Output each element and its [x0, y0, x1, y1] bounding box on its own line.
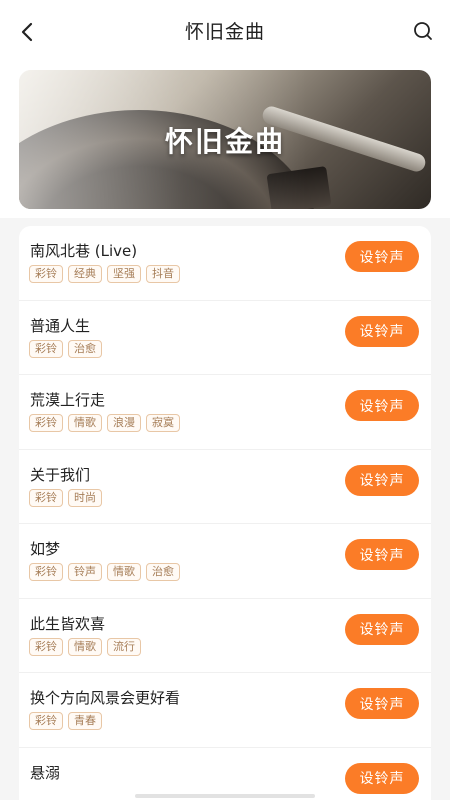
- home-indicator: [135, 794, 315, 798]
- tag-badge: 彩铃: [29, 637, 63, 656]
- tag-badge: 彩铃: [29, 563, 63, 581]
- tag-badge: 治愈: [68, 339, 102, 358]
- banner-title: 怀旧金曲: [164, 124, 285, 158]
- page-title: 怀旧金曲: [184, 21, 265, 43]
- song-title: 南风北巷 (Live): [30, 242, 138, 260]
- set-ringtone-button[interactable]: 设铃声: [345, 762, 419, 794]
- set-ringtone-button[interactable]: 设铃声: [345, 539, 419, 570]
- search-icon: [414, 22, 432, 40]
- tag-badge: 彩铃: [29, 488, 63, 507]
- list-item[interactable]: 换个方向风景会更好看 彩铃 青春 设铃声: [19, 673, 431, 748]
- tag-badge: 彩铃: [29, 414, 63, 432]
- song-title: 关于我们: [30, 465, 91, 484]
- list-item[interactable]: 普通人生彩铃 治愈 设铃声: [19, 301, 431, 375]
- tag-badge: 寂寞: [146, 414, 180, 432]
- list-item[interactable]: 南风北巷 (Live) 彩铃 经典 坚强 抖音 设铃声: [19, 226, 431, 301]
- song-title: 荒漠上行走: [30, 391, 106, 409]
- tag-list: 彩铃 情歌 流行: [29, 637, 141, 656]
- banner[interactable]: 怀旧金曲: [19, 70, 431, 209]
- tag-badge: 彩铃: [29, 339, 63, 358]
- tag-list: 彩铃 青春: [29, 712, 102, 730]
- set-ringtone-button[interactable]: 设铃声: [345, 390, 419, 421]
- tag-list: 彩铃 铃声 情歌 治愈: [29, 563, 180, 581]
- tag-badge: 情歌: [107, 563, 141, 581]
- list-item[interactable]: 悬溺 设铃声: [19, 748, 431, 800]
- tag-badge: 抖音: [146, 265, 180, 283]
- tag-badge: 情歌: [68, 637, 102, 656]
- tag-badge: 坚强: [107, 265, 141, 283]
- song-list[interactable]: 南风北巷 (Live) 彩铃 经典 坚强 抖音 设铃声 普通人生 彩铃 治愈 设铃声 荒漠上行走 彩铃…: [19, 226, 431, 800]
- top-area: 怀旧金曲 怀旧金曲: [0, 0, 450, 218]
- set-ringtone-button[interactable]: 设铃声: [345, 464, 419, 496]
- search-button[interactable]: [410, 18, 436, 44]
- tag-badge: 情歌: [68, 414, 102, 432]
- song-title: 普通人生: [30, 316, 91, 335]
- tag-badge: 经典: [68, 265, 102, 283]
- tag-badge: 彩铃: [29, 712, 63, 730]
- tag-badge: 彩铃: [29, 265, 63, 283]
- tag-list: 彩铃 治愈: [29, 339, 102, 358]
- song-title: 换个方向风景会更好看: [30, 689, 181, 707]
- nav-bar: 怀旧金曲: [0, 0, 450, 64]
- tag-badge: 治愈: [146, 563, 180, 581]
- song-title: 如梦: [30, 540, 61, 558]
- tag-badge: 青春: [68, 712, 102, 730]
- page: 怀旧金曲 怀旧金曲 南风北巷 (Live) 彩铃 经典 坚强 抖音 设铃声 普通人生 彩铃 治愈…: [0, 0, 450, 800]
- list-item[interactable]: 关于我们彩铃 时尚 设铃声: [19, 450, 431, 524]
- tag-badge: 时尚: [68, 488, 102, 507]
- set-ringtone-button[interactable]: 设铃声: [345, 241, 419, 272]
- list-item[interactable]: 荒漠上行走彩铃 情歌 浪漫 寂寞 设铃声: [19, 375, 431, 450]
- tag-badge: 铃声: [68, 563, 102, 581]
- tag-badge: 流行: [107, 637, 141, 656]
- list-item[interactable]: 如梦彩铃 铃声 情歌 治愈 设铃声: [19, 524, 431, 599]
- tag-list: 彩铃 情歌 浪漫 寂寞: [29, 414, 180, 432]
- set-ringtone-button[interactable]: 设铃声: [345, 613, 419, 645]
- tag-list: 彩铃 经典 坚强 抖音: [29, 265, 180, 283]
- song-title: 此生皆欢喜: [30, 614, 106, 633]
- set-ringtone-button[interactable]: 设铃声: [345, 688, 419, 719]
- tag-list: 彩铃 时尚: [29, 488, 102, 507]
- list-item[interactable]: 此生皆欢喜彩铃 情歌 流行 设铃声: [19, 599, 431, 673]
- tag-badge: 浪漫: [107, 414, 141, 432]
- song-title: 悬溺: [30, 763, 61, 782]
- set-ringtone-button[interactable]: 设铃声: [345, 315, 419, 347]
